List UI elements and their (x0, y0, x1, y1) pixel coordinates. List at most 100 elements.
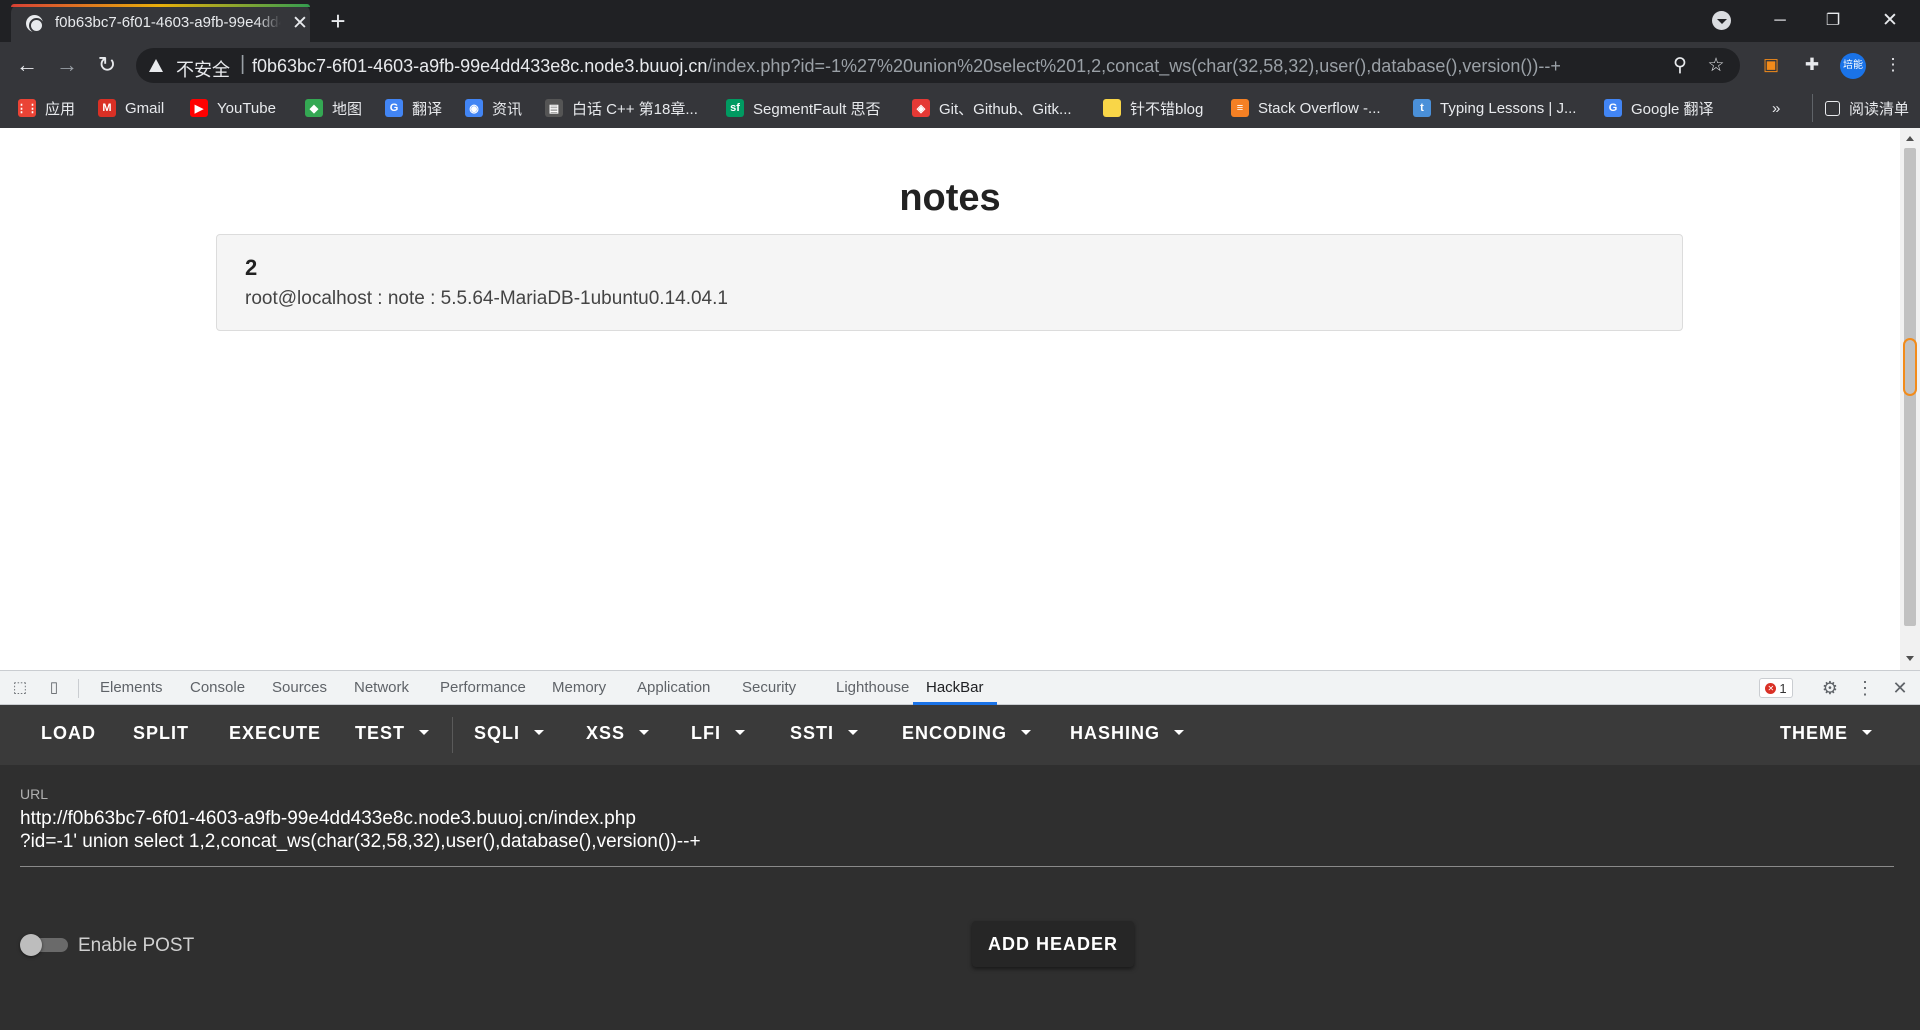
add-header-button[interactable]: ADD HEADER (972, 921, 1134, 967)
browser-menu-icon[interactable]: ⋮ (1880, 52, 1906, 78)
bookmark-apps[interactable]: ⋮⋮ 应用 (16, 94, 76, 122)
address-bar[interactable]: 不安全 | f0b63bc7-6f01-4603-a9fb-99e4dd433e… (136, 48, 1740, 83)
restore-button[interactable]: ❐ (1813, 4, 1853, 38)
bookmark-label: 资讯 (492, 100, 523, 118)
theme-menu-button[interactable]: THEME (1780, 723, 1872, 747)
enable-post-toggle[interactable] (20, 934, 68, 956)
tab-security[interactable]: Security (742, 671, 796, 705)
chevron-down-icon (534, 729, 545, 735)
book-icon: ▤ (545, 99, 563, 117)
bookmark-stackoverflow[interactable]: ≡ Stack Overflow -... (1231, 94, 1381, 122)
bookmark-label: SegmentFault 思否 (753, 100, 881, 118)
settings-gear-icon[interactable]: ⚙ (1820, 678, 1840, 698)
bookmark-label: YouTube (217, 99, 276, 117)
zoom-icon[interactable]: ⚲ (1668, 54, 1692, 78)
sqli-menu-button[interactable]: SQLI (474, 723, 545, 747)
url-textarea[interactable]: http://f0b63bc7-6f01-4603-a9fb-99e4dd433… (20, 807, 1894, 867)
chevron-down-icon (1021, 729, 1032, 735)
bookmark-label: 应用 (45, 100, 76, 118)
ssti-menu-button[interactable]: SSTI (790, 723, 859, 747)
tab-console[interactable]: Console (190, 671, 245, 705)
bookmark-star-icon[interactable]: ☆ (1704, 54, 1728, 78)
hashing-label: HASHING (1070, 723, 1161, 743)
bookmarks-bar: ⋮⋮ 应用 M Gmail ▶ YouTube ◆ 地图 G 翻译 ◉ 资讯 ▤ 白话 C++… (0, 88, 1920, 128)
stackoverflow-icon: ≡ (1231, 99, 1249, 117)
encoding-menu-button[interactable]: ENCODING (902, 723, 1032, 747)
tab-strip: f0b63bc7-6f01-4603-a9fb-99e4dd433e8c.nod… (0, 0, 1920, 42)
apps-grid-icon: ⋮⋮ (16, 99, 38, 117)
note-card: 2 root@localhost : note : 5.5.64-MariaDB… (216, 234, 1683, 331)
minimize-button[interactable]: ─ (1760, 4, 1800, 38)
browser-chrome: f0b63bc7-6f01-4603-a9fb-99e4dd433e8c.nod… (0, 0, 1920, 128)
bookmark-git[interactable]: ◈ Git、Github、Gitk... (912, 94, 1072, 122)
execute-button[interactable]: EXECUTE (229, 723, 321, 747)
bookmarks-overflow-button[interactable]: » (1772, 100, 1780, 117)
new-tab-button[interactable]: + (325, 8, 351, 35)
bookmark-label: Google 翻译 (1631, 100, 1714, 118)
page-viewport: notes 2 root@localhost : note : 5.5.64-M… (0, 128, 1920, 670)
bookmark-maps[interactable]: ◆ 地图 (305, 94, 362, 122)
url-host: f0b63bc7-6f01-4603-a9fb-99e4dd433e8c.nod… (252, 56, 708, 76)
profile-avatar[interactable]: 培能 (1840, 53, 1866, 79)
reading-list-button[interactable]: 阅读清单 (1812, 94, 1909, 122)
cast-extension-icon[interactable]: ▣ (1758, 52, 1784, 78)
url-field-label: URL (20, 786, 49, 802)
reading-list-label: 阅读清单 (1849, 100, 1910, 118)
page-scrollbar[interactable] (1900, 128, 1920, 670)
tab-performance[interactable]: Performance (440, 671, 526, 705)
bookmark-segmentfault[interactable]: sf SegmentFault 思否 (726, 94, 881, 122)
extensions-puzzle-icon[interactable]: ✚ (1799, 52, 1825, 78)
bookmark-label: Typing Lessons | J... (1440, 99, 1577, 117)
bookmark-youtube[interactable]: ▶ YouTube (190, 94, 276, 122)
bookmark-label: Git、Github、Gitk... (939, 100, 1072, 118)
warning-icon[interactable] (149, 59, 163, 72)
lfi-menu-button[interactable]: LFI (691, 723, 745, 747)
browser-tab[interactable]: f0b63bc7-6f01-4603-a9fb-99e4dd433e8c.nod… (11, 4, 310, 42)
typing-icon: t (1413, 99, 1431, 117)
tab-sources[interactable]: Sources (272, 671, 327, 705)
forward-arrow-icon[interactable]: → (52, 50, 82, 80)
bookmark-gmail[interactable]: M Gmail (98, 94, 164, 122)
tab-search-icon[interactable] (1712, 11, 1731, 30)
tab-memory[interactable]: Memory (552, 671, 606, 705)
bookmark-blog[interactable]: 针不错blog (1103, 94, 1203, 122)
tab-hackbar[interactable]: HackBar (913, 671, 997, 705)
scroll-down-arrow-icon[interactable] (1906, 656, 1914, 661)
back-arrow-icon[interactable]: ← (12, 50, 42, 80)
test-menu-button[interactable]: TEST (355, 723, 430, 747)
chevron-down-icon (848, 729, 859, 735)
error-count-badge[interactable]: ✕ 1 (1759, 678, 1793, 698)
chevron-down-icon (1174, 729, 1185, 735)
window-close-button[interactable]: ✕ (1870, 4, 1910, 38)
tab-elements[interactable]: Elements (100, 671, 163, 705)
encoding-label: ENCODING (902, 723, 1008, 743)
tab-close-icon[interactable]: ✕ (289, 13, 311, 35)
url-text[interactable]: f0b63bc7-6f01-4603-a9fb-99e4dd433e8c.nod… (252, 56, 1561, 77)
split-button[interactable]: SPLIT (133, 723, 189, 747)
bookmark-news[interactable]: ◉ 资讯 (465, 94, 522, 122)
bookmark-label: 翻译 (412, 100, 443, 118)
folder-icon (1103, 99, 1121, 117)
bookmark-google-translate[interactable]: G Google 翻译 (1604, 94, 1714, 122)
tab-application[interactable]: Application (637, 671, 710, 705)
bookmark-translate[interactable]: G 翻译 (385, 94, 442, 122)
sqli-label: SQLI (474, 723, 521, 743)
reload-icon[interactable]: ↻ (92, 50, 122, 80)
bookmark-cpp[interactable]: ▤ 白话 C++ 第18章... (545, 94, 698, 122)
gmail-icon: M (98, 99, 116, 117)
security-label[interactable]: 不安全 (176, 56, 230, 82)
bookmark-typing[interactable]: t Typing Lessons | J... (1413, 94, 1576, 122)
tab-network[interactable]: Network (354, 671, 409, 705)
hashing-menu-button[interactable]: HASHING (1070, 723, 1185, 747)
devtools-close-icon[interactable]: ✕ (1890, 678, 1910, 698)
devtools-menu-icon[interactable]: ⋮ (1855, 678, 1875, 698)
hackbar-menu: LOAD SPLIT EXECUTE TEST SQLI XSS LFI SST… (0, 705, 1920, 765)
xss-menu-button[interactable]: XSS (586, 723, 650, 747)
news-icon: ◉ (465, 99, 483, 117)
load-button[interactable]: LOAD (41, 723, 96, 747)
device-toolbar-icon[interactable]: ▯ (44, 678, 64, 698)
translate-icon: G (385, 99, 403, 117)
tab-lighthouse[interactable]: Lighthouse (836, 671, 909, 705)
scroll-up-arrow-icon[interactable] (1906, 136, 1914, 141)
inspect-element-icon[interactable]: ⬚ (10, 678, 30, 698)
